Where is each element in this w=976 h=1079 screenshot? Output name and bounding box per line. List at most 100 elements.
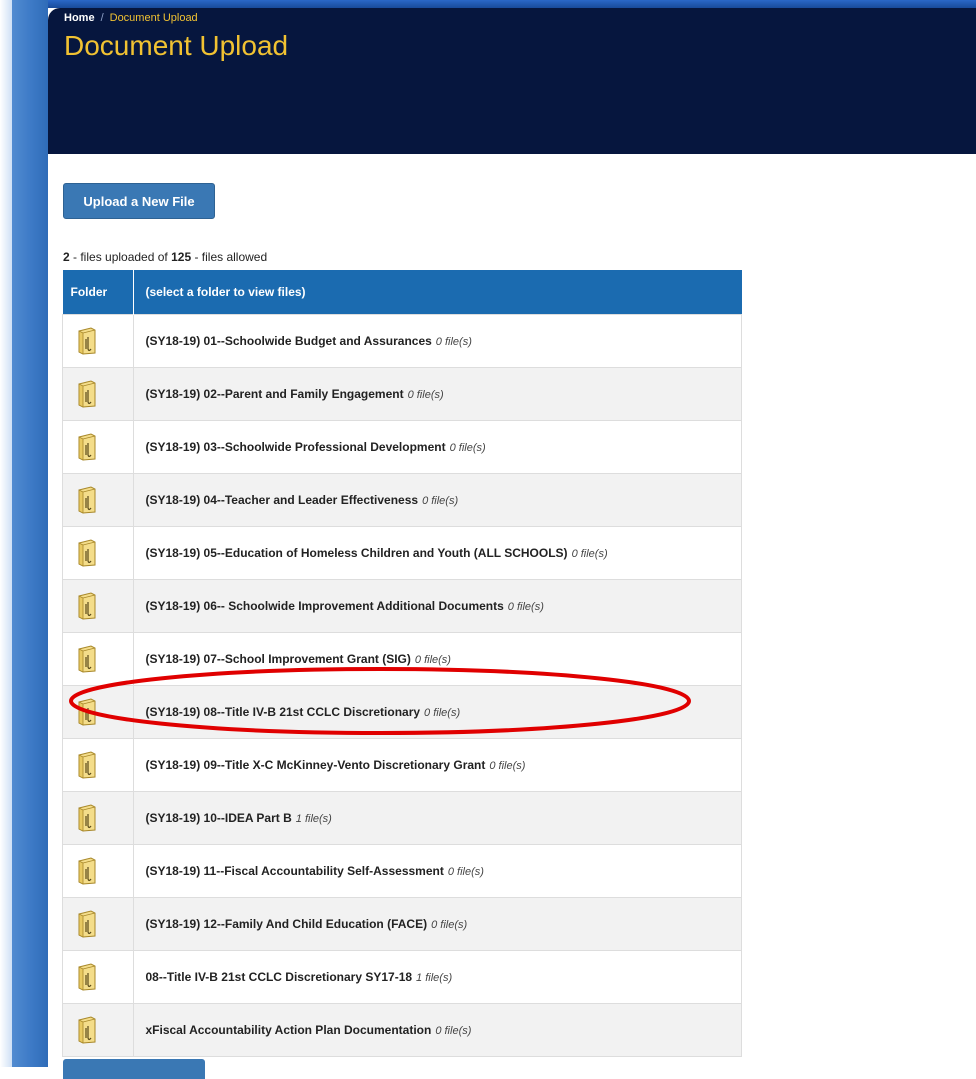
table-row[interactable]: (SY18-19) 03--Schoolwide Professional De… (62, 420, 742, 474)
folder-icon-cell[interactable] (62, 1003, 134, 1057)
file-count: 0 file(s) (447, 866, 484, 878)
folder-name-cell[interactable]: (SY18-19) 09--Title X-C McKinney-Vento D… (133, 738, 742, 792)
folder-icon-cell[interactable] (62, 685, 134, 739)
folder-icon-cell[interactable] (62, 950, 134, 1004)
folder-icon-cell[interactable] (62, 473, 134, 527)
folder-link[interactable]: (SY18-19) 02--Parent and Family Engageme… (146, 387, 404, 401)
files-allowed-count: 125 (171, 250, 192, 264)
folder-icon-cell[interactable] (62, 844, 134, 898)
breadcrumb-current: Document Upload (109, 12, 198, 24)
folder-link[interactable]: (SY18-19) 11--Fiscal Accountability Self… (146, 864, 444, 878)
table-row[interactable]: (SY18-19) 01--Schoolwide Budget and Assu… (62, 314, 742, 368)
folder-link[interactable]: (SY18-19) 10--IDEA Part B (146, 811, 292, 825)
folder-icon-cell[interactable] (62, 897, 134, 951)
folder-link[interactable]: (SY18-19) 05--Education of Homeless Chil… (146, 546, 568, 560)
page-title: Document Upload (64, 30, 289, 61)
folder-icon-cell[interactable] (62, 791, 134, 845)
folder-icon-cell[interactable] (62, 632, 134, 686)
breadcrumb: Home / Document Upload (64, 12, 198, 24)
folder-name-cell[interactable]: (SY18-19) 08--Title IV-B 21st CCLC Discr… (133, 685, 742, 739)
file-count: 0 file(s) (422, 495, 459, 507)
folder-name-cell[interactable]: (SY18-19) 01--Schoolwide Budget and Assu… (133, 314, 742, 368)
folder-link[interactable]: (SY18-19) 01--Schoolwide Budget and Assu… (146, 334, 432, 348)
folder-link[interactable]: (SY18-19) 07--School Improvement Grant (… (146, 652, 411, 666)
table-row[interactable]: (SY18-19) 09--Title X-C McKinney-Vento D… (62, 738, 742, 792)
folder-icon-cell[interactable] (62, 420, 134, 474)
folder-zipper-icon (78, 804, 96, 832)
folder-name-cell[interactable]: (SY18-19) 02--Parent and Family Engageme… (133, 367, 742, 421)
folder-zipper-icon (78, 1016, 96, 1044)
folder-name-cell[interactable]: (SY18-19) 06-- Schoolwide Improvement Ad… (133, 579, 742, 633)
folder-zipper-icon (78, 963, 96, 991)
table-row[interactable]: 08--Title IV-B 21st CCLC Discretionary S… (62, 950, 742, 1004)
breadcrumb-home-link[interactable]: Home (64, 12, 95, 24)
folder-zipper-icon (78, 486, 96, 514)
folder-zipper-icon (78, 645, 96, 673)
page-header: Home / Document Upload Document Upload (48, 8, 976, 154)
column-header-select-folder: (select a folder to view files) (133, 270, 742, 315)
folder-link[interactable]: (SY18-19) 04--Teacher and Leader Effecti… (146, 493, 419, 507)
folder-link[interactable]: (SY18-19) 08--Title IV-B 21st CCLC Discr… (146, 705, 421, 719)
folder-link[interactable]: (SY18-19) 12--Family And Child Education… (146, 917, 428, 931)
folder-name-cell[interactable]: (SY18-19) 04--Teacher and Leader Effecti… (133, 473, 742, 527)
folder-name-cell[interactable]: (SY18-19) 11--Fiscal Accountability Self… (133, 844, 742, 898)
folder-zipper-icon (78, 751, 96, 779)
folder-zipper-icon (78, 698, 96, 726)
file-count: 0 file(s) (571, 548, 608, 560)
folder-zipper-icon (78, 857, 96, 885)
table-row[interactable]: (SY18-19) 02--Parent and Family Engageme… (62, 367, 742, 421)
folder-name-cell[interactable]: xFiscal Accountability Action Plan Docum… (133, 1003, 742, 1057)
folder-link[interactable]: (SY18-19) 03--Schoolwide Professional De… (146, 440, 446, 454)
file-count: 0 file(s) (431, 919, 468, 931)
folder-link[interactable]: (SY18-19) 06-- Schoolwide Improvement Ad… (146, 599, 504, 613)
files-uploaded-count: 2 (63, 250, 70, 264)
table-row[interactable]: xFiscal Accountability Action Plan Docum… (62, 1003, 742, 1057)
table-row[interactable]: (SY18-19) 06-- Schoolwide Improvement Ad… (62, 579, 742, 633)
bottom-upload-button[interactable] (63, 1059, 205, 1079)
folder-table: Folder (select a folder to view files) (… (62, 270, 742, 1057)
files-summary: 2 - files uploaded of 125 - files allowe… (63, 250, 267, 264)
folder-zipper-icon (78, 910, 96, 938)
folder-icon-cell[interactable] (62, 738, 134, 792)
folder-icon-cell[interactable] (62, 579, 134, 633)
folder-name-cell[interactable]: (SY18-19) 07--School Improvement Grant (… (133, 632, 742, 686)
table-row[interactable]: (SY18-19) 07--School Improvement Grant (… (62, 632, 742, 686)
table-row[interactable]: (SY18-19) 12--Family And Child Education… (62, 897, 742, 951)
table-row[interactable]: (SY18-19) 05--Education of Homeless Chil… (62, 526, 742, 580)
folder-link[interactable]: 08--Title IV-B 21st CCLC Discretionary S… (146, 970, 413, 984)
file-count: 0 file(s) (414, 654, 451, 666)
table-header-row: Folder (select a folder to view files) (62, 270, 742, 315)
folder-icon-cell[interactable] (62, 314, 134, 368)
folder-zipper-icon (78, 433, 96, 461)
folder-link[interactable]: (SY18-19) 09--Title X-C McKinney-Vento D… (146, 758, 486, 772)
upload-new-file-button[interactable]: Upload a New File (63, 183, 215, 219)
folder-zipper-icon (78, 539, 96, 567)
folder-name-cell[interactable]: (SY18-19) 03--Schoolwide Professional De… (133, 420, 742, 474)
folder-link[interactable]: xFiscal Accountability Action Plan Docum… (146, 1023, 432, 1037)
table-row[interactable]: (SY18-19) 10--IDEA Part B1 file(s) (62, 791, 742, 845)
table-row[interactable]: (SY18-19) 04--Teacher and Leader Effecti… (62, 473, 742, 527)
folder-name-cell[interactable]: (SY18-19) 12--Family And Child Education… (133, 897, 742, 951)
files-uploaded-label: - files uploaded of (69, 250, 172, 264)
folder-icon-cell[interactable] (62, 367, 134, 421)
file-count: 0 file(s) (449, 442, 486, 454)
table-row[interactable]: (SY18-19) 11--Fiscal Accountability Self… (62, 844, 742, 898)
breadcrumb-separator: / (100, 12, 104, 24)
folder-zipper-icon (78, 592, 96, 620)
folder-zipper-icon (78, 380, 96, 408)
file-count: 0 file(s) (489, 760, 526, 772)
table-row[interactable]: (SY18-19) 08--Title IV-B 21st CCLC Discr… (62, 685, 742, 739)
file-count: 1 file(s) (416, 972, 453, 984)
file-count: 0 file(s) (435, 336, 472, 348)
file-count: 0 file(s) (435, 1025, 472, 1037)
folder-name-cell[interactable]: (SY18-19) 10--IDEA Part B1 file(s) (133, 791, 742, 845)
file-count: 0 file(s) (424, 707, 461, 719)
folder-name-cell[interactable]: (SY18-19) 05--Education of Homeless Chil… (133, 526, 742, 580)
folder-name-cell[interactable]: 08--Title IV-B 21st CCLC Discretionary S… (133, 950, 742, 1004)
top-gradient-bar (48, 0, 976, 8)
folder-zipper-icon (78, 327, 96, 355)
column-header-folder: Folder (62, 270, 134, 315)
folder-rows: (SY18-19) 01--Schoolwide Budget and Assu… (62, 314, 742, 1057)
file-count: 0 file(s) (407, 389, 444, 401)
folder-icon-cell[interactable] (62, 526, 134, 580)
